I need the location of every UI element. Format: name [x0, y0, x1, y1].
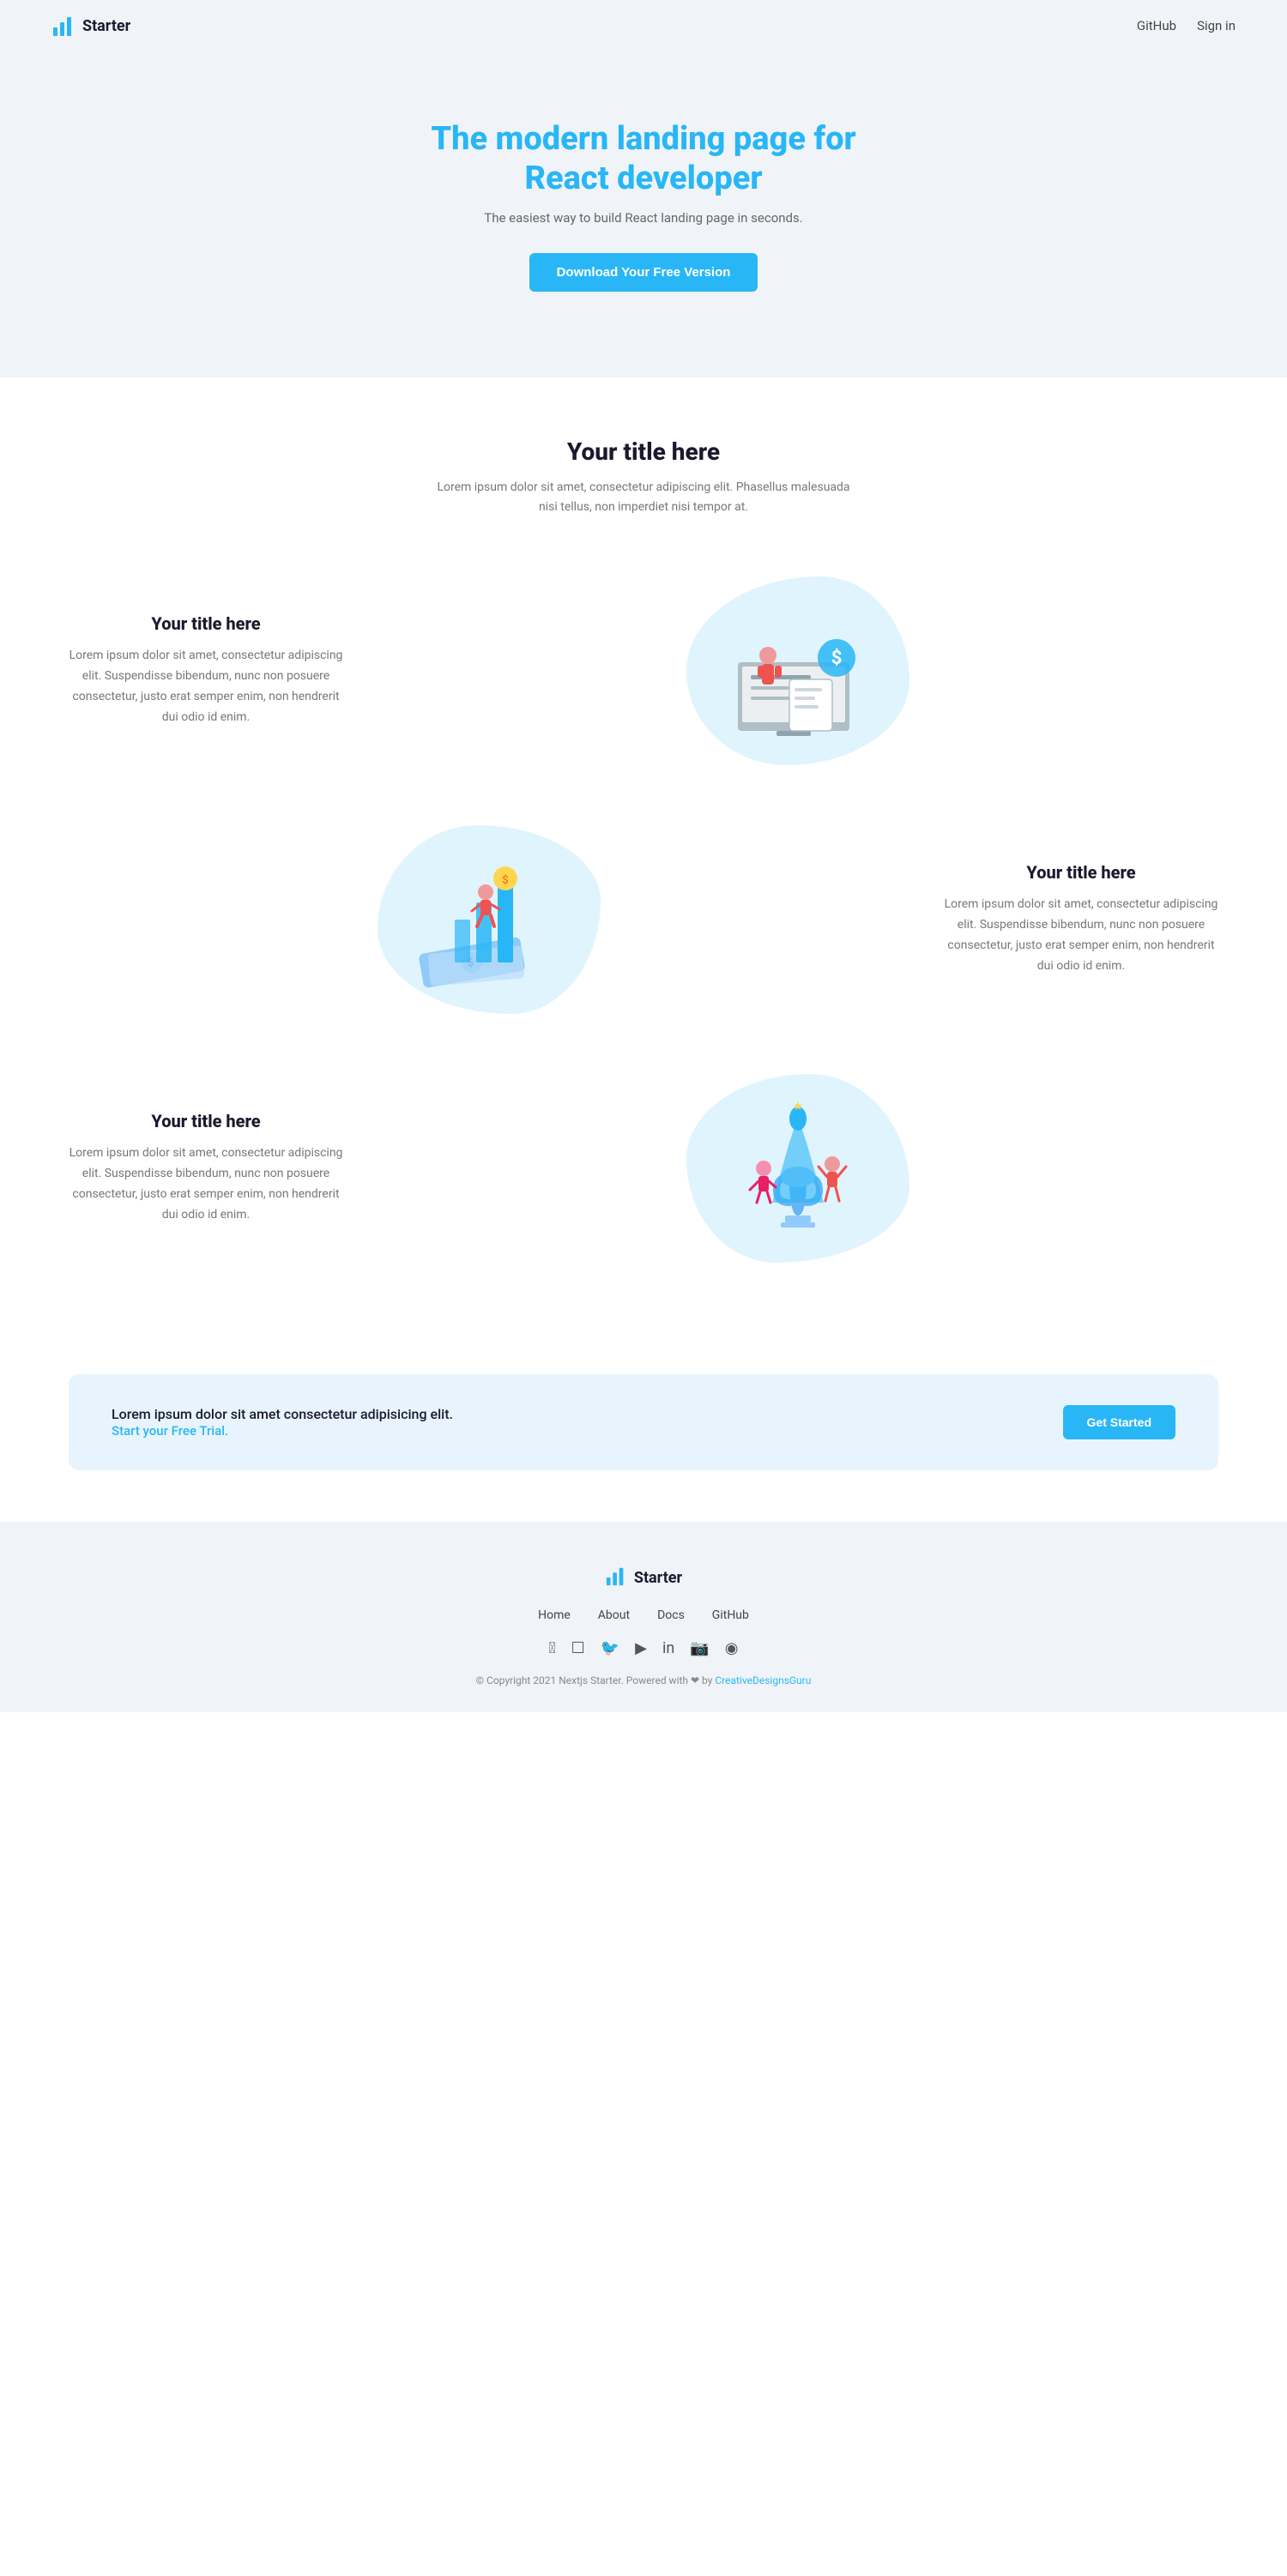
github-icon[interactable]: : [549, 1639, 556, 1657]
footer-link-docs[interactable]: Docs: [657, 1608, 685, 1622]
svg-text:$: $: [831, 648, 843, 669]
hero-cta-button[interactable]: Download Your Free Version: [529, 253, 758, 292]
feature-blob-1: $: [686, 576, 909, 765]
features-header: Your title here Lorem ipsum dolor sit am…: [69, 437, 1218, 516]
footer-social-icons:  ☐ 🐦 ▶ in 📷 ◉: [34, 1639, 1253, 1657]
nav-github-link[interactable]: GitHub: [1137, 18, 1176, 33]
hero-heading-line1: The modern landing page for: [34, 120, 1253, 160]
cta-main-text: Lorem ipsum dolor sit amet consectetur a…: [112, 1406, 453, 1422]
feature-row-1: Your title here Lorem ipsum dolor sit am…: [69, 576, 1218, 765]
logo[interactable]: Starter: [51, 14, 130, 38]
svg-text:★: ★: [793, 1100, 804, 1113]
youtube-icon[interactable]: ▶: [635, 1639, 647, 1657]
logo-icon: [51, 14, 76, 38]
footer-link-home[interactable]: Home: [538, 1608, 571, 1622]
copyright-text: © Copyright 2021 Nextjs Starter. Powered…: [476, 1674, 713, 1686]
rss-icon[interactable]: ◉: [725, 1639, 739, 1657]
feature-image-2: $ $: [69, 825, 909, 1014]
success-illustration: ★: [712, 1091, 884, 1246]
nav-links: GitHub Sign in: [1137, 18, 1236, 33]
hero-heading-line2: React developer: [34, 160, 1253, 199]
feature-desc-1: Lorem ipsum dolor sit amet, consectetur …: [69, 646, 343, 727]
features-desc: Lorem ipsum dolor sit amet, consectetur …: [429, 478, 858, 516]
feature-desc-2: Lorem ipsum dolor sit amet, consectetur …: [944, 895, 1218, 976]
cta-free-trial-link[interactable]: Start your Free Trial.: [112, 1423, 228, 1439]
feature-desc-3: Lorem ipsum dolor sit amet, consectetur …: [69, 1143, 343, 1225]
navbar: Starter GitHub Sign in: [0, 0, 1287, 51]
footer-copyright: © Copyright 2021 Nextjs Starter. Powered…: [34, 1674, 1253, 1686]
footer-link-github[interactable]: GitHub: [712, 1608, 749, 1622]
nav-signin-link[interactable]: Sign in: [1197, 18, 1236, 33]
feature-text-1: Your title here Lorem ipsum dolor sit am…: [69, 613, 343, 727]
footer-logo-icon: [605, 1565, 627, 1591]
linkedin-icon[interactable]: in: [662, 1639, 674, 1657]
feature-image-3: ★: [378, 1074, 1218, 1263]
feature-title-1: Your title here: [69, 613, 343, 634]
feature-text-3: Your title here Lorem ipsum dolor sit am…: [69, 1111, 343, 1225]
footer: Starter Home About Docs GitHub  ☐ 🐦 ▶ i…: [0, 1522, 1287, 1712]
footer-link-about[interactable]: About: [598, 1608, 630, 1622]
feature-row-2: Your title here Lorem ipsum dolor sit am…: [69, 825, 1218, 1014]
cta-banner: Lorem ipsum dolor sit amet consectetur a…: [69, 1374, 1218, 1470]
features-title: Your title here: [69, 437, 1218, 466]
copyright-link[interactable]: CreativeDesignsGuru: [715, 1674, 811, 1686]
facebook-icon[interactable]: ☐: [571, 1639, 585, 1657]
cta-text: Lorem ipsum dolor sit amet consectetur a…: [112, 1406, 453, 1439]
footer-logo-text: Starter: [634, 1569, 682, 1587]
svg-text:$: $: [502, 874, 508, 887]
feature-blob-2: $ $: [378, 825, 601, 1014]
feature-text-2: Your title here Lorem ipsum dolor sit am…: [944, 862, 1218, 976]
feature-blob-3: ★: [686, 1074, 909, 1263]
hero-heading: The modern landing page for React develo…: [34, 120, 1253, 198]
instagram-icon[interactable]: 📷: [690, 1639, 709, 1657]
feature-title-3: Your title here: [69, 1111, 343, 1131]
hero-section: The modern landing page for React develo…: [0, 51, 1287, 377]
twitter-icon[interactable]: 🐦: [601, 1639, 619, 1657]
logo-text: Starter: [82, 17, 130, 35]
feature-title-2: Your title here: [944, 862, 1218, 883]
hero-subtext: The easiest way to build React landing p…: [34, 210, 1253, 226]
ecommerce-illustration: $: [712, 594, 884, 748]
feature-image-1: $: [378, 576, 1218, 765]
cta-get-started-button[interactable]: Get Started: [1063, 1405, 1175, 1439]
feature-row-3: Your title here Lorem ipsum dolor sit am…: [69, 1074, 1218, 1263]
footer-logo: Starter: [34, 1565, 1253, 1591]
finance-illustration: $ $: [403, 842, 575, 997]
features-section: Your title here Lorem ipsum dolor sit am…: [0, 377, 1287, 1323]
footer-nav-links: Home About Docs GitHub: [34, 1608, 1253, 1622]
